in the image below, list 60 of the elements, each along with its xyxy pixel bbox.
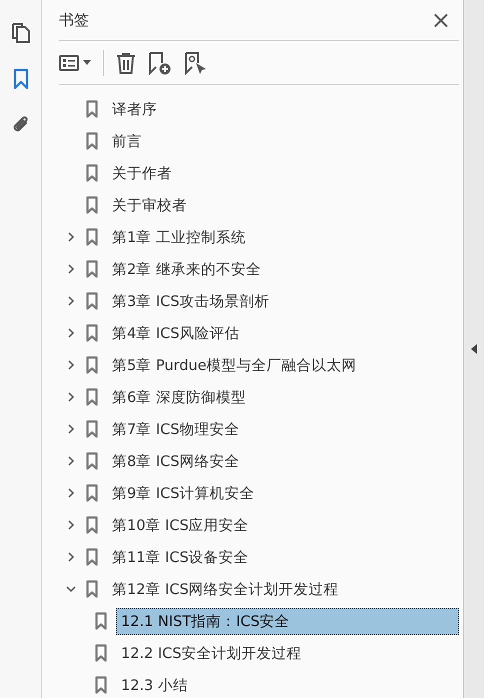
bookmark-item[interactable]: 第2章 继承来的不安全 (107, 256, 266, 282)
chevron-right-icon[interactable] (66, 456, 76, 466)
bookmark-icon (86, 100, 98, 118)
bookmark-icon (86, 164, 98, 182)
chevron-right-icon[interactable] (66, 264, 76, 274)
bookmark-cursor-icon[interactable] (184, 50, 208, 74)
panel-title: 书签 (59, 10, 89, 30)
bookmark-icon (86, 292, 98, 310)
collapse-arrow-icon[interactable] (471, 344, 477, 354)
bookmark-item[interactable]: 第8章 ICS网络安全 (107, 448, 244, 474)
pages-icon[interactable] (10, 22, 30, 44)
bookmark-item[interactable]: 第12章 ICS网络安全计划开发过程 (107, 576, 344, 602)
chevron-right-icon[interactable] (66, 328, 76, 338)
bookmark-icon (95, 612, 107, 630)
bookmark-icon (95, 676, 107, 694)
chevron-down-icon[interactable] (66, 584, 76, 594)
bookmark-item[interactable]: 第11章 ICS设备安全 (107, 544, 254, 570)
bookmark-icon (86, 516, 98, 534)
chevron-right-icon[interactable] (66, 392, 76, 402)
bookmark-item[interactable]: 第6章 深度防御模型 (107, 384, 251, 410)
trash-icon[interactable] (116, 52, 136, 74)
bookmark-item[interactable]: 第10章 ICS应用安全 (107, 512, 254, 538)
bookmark-icon (86, 484, 98, 502)
bookmark-item[interactable]: 关于审校者 (107, 192, 192, 218)
bookmark-item[interactable]: 12.3 小结 (116, 672, 193, 698)
chevron-right-icon[interactable] (66, 296, 76, 306)
bookmark-item[interactable]: 第7章 ICS物理安全 (107, 416, 244, 442)
close-button[interactable]: × (422, 6, 459, 34)
bookmark-item[interactable]: 12.2 ICS安全计划开发过程 (116, 640, 306, 666)
bookmark-item[interactable]: 第5章 Purdue模型与全厂融合以太网 (107, 352, 362, 378)
chevron-right-icon[interactable] (66, 232, 76, 242)
bookmark-item[interactable]: 前言 (107, 128, 147, 154)
bookmark-icon (86, 420, 98, 438)
bookmark-item[interactable]: 第3章 ICS攻击场景剖析 (107, 288, 274, 314)
bookmark-item[interactable]: 第1章 工业控制系统 (107, 224, 251, 250)
chevron-right-icon[interactable] (66, 360, 76, 370)
bookmark-icon (86, 196, 98, 214)
bookmark-icon (86, 356, 98, 374)
bookmark-icon (86, 452, 98, 470)
chevron-right-icon[interactable] (66, 488, 76, 498)
bookmark-item[interactable]: 第9章 ICS计算机安全 (107, 480, 260, 506)
chevron-right-icon[interactable] (66, 552, 76, 562)
bookmark-icon (86, 228, 98, 246)
bookmark-icon (86, 324, 98, 342)
list-options-icon[interactable] (59, 54, 79, 70)
chevron-right-icon[interactable] (66, 520, 76, 530)
bookmark-icon (86, 548, 98, 566)
bookmark-item[interactable]: 译者序 (107, 96, 162, 122)
bookmark-icon (86, 580, 98, 598)
add-bookmark-icon[interactable] (148, 50, 172, 74)
bookmark-item[interactable]: 12.1 NIST指南：ICS安全 (116, 608, 459, 634)
bookmark-item[interactable]: 关于作者 (107, 160, 177, 186)
bookmark-icon (86, 260, 98, 278)
bookmark-item[interactable]: 第4章 ICS风险评估 (107, 320, 244, 346)
caret-icon[interactable] (83, 60, 91, 65)
bookmark-icon (95, 644, 107, 662)
bookmark-icon (86, 388, 98, 406)
bookmark-icon (86, 132, 98, 150)
bookmark-icon[interactable] (12, 68, 28, 90)
chevron-right-icon[interactable] (66, 424, 76, 434)
